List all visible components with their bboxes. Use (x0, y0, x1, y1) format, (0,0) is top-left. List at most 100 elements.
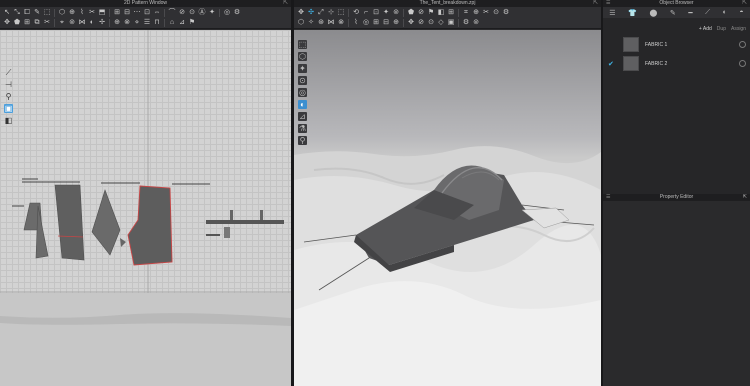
toolbar-tool-icon[interactable]: ⌂ (168, 19, 176, 27)
toolbar-tool-icon[interactable]: ◐ (88, 19, 96, 27)
object-browser-tab-icon[interactable]: ━ (688, 9, 692, 17)
side-tool-icon[interactable]: ⬡ (298, 52, 307, 61)
toolbar-tool-icon[interactable]: ⚙ (233, 9, 241, 17)
toolbar-tool-icon[interactable]: ⋄ (133, 19, 141, 27)
toolbar-tool-icon[interactable]: ◎ (362, 19, 370, 27)
side-tool-icon[interactable]: ⊣ (4, 80, 13, 89)
pin-icon[interactable]: ⇱ (283, 0, 288, 7)
toolbar-tool-icon[interactable]: ⊟ (382, 19, 390, 27)
toolbar-tool-icon[interactable]: ⊛ (317, 19, 325, 27)
pin-icon[interactable]: ⇱ (743, 194, 747, 201)
toolbar-tool-icon[interactable]: ⊘ (417, 9, 425, 17)
toolbar-tool-icon[interactable]: ⧠ (23, 9, 31, 17)
toolbar-tool-icon[interactable]: ⌐ (362, 9, 370, 17)
toolbar-tool-icon[interactable]: ⊞ (113, 9, 121, 17)
toolbar-tool-icon[interactable]: ◇ (437, 19, 445, 27)
pattern-piece[interactable] (91, 189, 121, 256)
toolbar-tool-icon[interactable]: ⬟ (407, 9, 415, 17)
fabric-visibility-icon[interactable] (739, 41, 746, 48)
toolbar-tool-icon[interactable]: ⋈ (78, 19, 86, 27)
toolbar-tool-icon[interactable]: ⚑ (188, 19, 196, 27)
toolbar-tool-icon[interactable]: ⊕ (472, 9, 480, 17)
object-browser-tab-icon[interactable]: ☰ (609, 9, 615, 17)
toolbar-tool-icon[interactable]: ⊗ (337, 19, 345, 27)
check-icon[interactable]: ✔ (608, 60, 618, 68)
toolbar-tool-icon[interactable]: ⬚ (43, 9, 51, 17)
duplicate-button[interactable]: Dup (717, 24, 726, 34)
toolbar-tool-icon[interactable]: ✣ (307, 9, 315, 17)
toolbar-tool-icon[interactable]: ⊡ (372, 9, 380, 17)
side-tool-icon[interactable]: ⊿ (298, 112, 307, 121)
side-tool-icon[interactable]: ⚲ (298, 136, 307, 145)
toolbar-tool-icon[interactable]: ⌖ (58, 19, 66, 27)
toolbar-tool-icon[interactable]: ⌇ (352, 19, 360, 27)
object-browser-tab-icon[interactable]: ◐ (723, 9, 727, 16)
object-browser-tab-icon[interactable]: ⬤ (649, 9, 657, 17)
toolbar-tool-icon[interactable]: ⊕ (68, 9, 76, 17)
toolbar-tool-icon[interactable]: ⤡ (13, 9, 21, 17)
toolbar-tool-icon[interactable]: ✦ (208, 9, 216, 17)
toolbar-tool-icon[interactable]: ⋯ (133, 9, 141, 17)
pattern-piece[interactable] (120, 238, 126, 247)
3d-canvas[interactable]: ⬚ ⬡ ✦ ⊙ ◎ ◐ ⊿ ⚗ ⚲ (294, 30, 601, 386)
toolbar-tool-icon[interactable]: ⊕ (113, 19, 121, 27)
toolbar-tool-icon[interactable]: ⤢ (317, 9, 325, 17)
toolbar-tool-icon[interactable]: ⊿ (178, 19, 186, 27)
toolbar-tool-icon[interactable]: ☰ (143, 19, 151, 27)
toolbar-tool-icon[interactable]: ⚑ (427, 9, 435, 17)
pattern-piece[interactable] (35, 205, 49, 259)
toolbar-tool-icon[interactable]: ⊟ (123, 9, 131, 17)
toolbar-tool-icon[interactable]: ⟲ (352, 9, 360, 17)
side-tool-icon[interactable]: ◎ (298, 88, 307, 97)
toolbar-tool-icon[interactable]: ⊹ (327, 9, 335, 17)
side-tool-icon[interactable]: ⚲ (4, 92, 13, 101)
toolbar-tool-icon[interactable]: ⋈ (327, 19, 335, 27)
toolbar-tool-icon[interactable]: ⊚ (472, 19, 480, 27)
toolbar-tool-icon[interactable]: ⚙ (462, 19, 470, 27)
toolbar-tool-icon[interactable]: ✂ (482, 9, 490, 17)
fabric-list-item[interactable]: ✔ FABRIC 2 (608, 56, 746, 71)
side-tool-icon[interactable]: ⚗ (298, 124, 307, 133)
toolbar-tool-icon[interactable]: ✦ (382, 9, 390, 17)
toolbar-tool-icon[interactable]: ⊞ (23, 19, 31, 27)
toolbar-tool-icon[interactable]: ◧ (437, 9, 445, 17)
toolbar-tool-icon[interactable]: ⧉ (33, 19, 41, 27)
toolbar-tool-icon[interactable]: ⊗ (123, 19, 131, 27)
toolbar-tool-icon[interactable]: ▣ (447, 19, 455, 27)
toolbar-tool-icon[interactable]: ✧ (307, 19, 315, 27)
fabric-list-item[interactable]: FABRIC 1 (608, 37, 746, 52)
toolbar-tool-icon[interactable]: ↖ (3, 9, 11, 17)
toolbar-tool-icon[interactable]: ⇔ (153, 9, 161, 17)
toolbar-tool-icon[interactable]: ✥ (407, 19, 415, 27)
toolbar-tool-icon[interactable]: ⊚ (392, 9, 400, 17)
toolbar-tool-icon[interactable]: ⬡ (58, 9, 66, 17)
toolbar-tool-icon[interactable]: ⊘ (417, 19, 425, 27)
toolbar-tool-icon[interactable]: ⬚ (337, 9, 345, 17)
toolbar-tool-icon[interactable]: ✂ (88, 9, 96, 17)
object-browser-tab-icon[interactable]: 👕 (628, 9, 637, 17)
toolbar-tool-icon[interactable]: ✢ (98, 19, 106, 27)
toolbar-tool-icon[interactable]: ⊓ (153, 19, 161, 27)
pattern-piece[interactable] (54, 184, 85, 261)
fabric-visibility-icon[interactable] (739, 60, 746, 67)
object-browser-tab-icon[interactable]: ✎ (670, 9, 676, 17)
toolbar-tool-icon[interactable]: ✎ (33, 9, 41, 17)
pattern-strap[interactable] (12, 178, 210, 207)
toolbar-tool-icon[interactable]: ⊞ (372, 19, 380, 27)
menu-icon[interactable]: ☰ (606, 0, 610, 7)
object-browser-tab-icon[interactable]: ⟋ (705, 9, 710, 17)
toolbar-tool-icon[interactable]: ⊞ (447, 9, 455, 17)
toolbar-tool-icon[interactable]: ⊕ (392, 19, 400, 27)
side-tool-icon[interactable]: ⊙ (298, 76, 307, 85)
pattern-piece[interactable] (206, 210, 284, 238)
toolbar-tool-icon[interactable]: ⊘ (178, 9, 186, 17)
toolbar-tool-icon[interactable]: ⊙ (492, 9, 500, 17)
side-tool-icon[interactable]: ⬚ (298, 40, 307, 49)
add-fabric-button[interactable]: + Add (699, 24, 712, 34)
toolbar-tool-icon[interactable]: ⌒ (168, 9, 176, 17)
side-tool-icon[interactable]: ◐ (298, 100, 307, 109)
toolbar-tool-icon[interactable]: ⊚ (68, 19, 76, 27)
assign-button[interactable]: Assign (731, 24, 746, 34)
pin-icon[interactable]: ⇱ (742, 0, 747, 7)
toolbar-tool-icon[interactable]: ⬡ (297, 19, 305, 27)
